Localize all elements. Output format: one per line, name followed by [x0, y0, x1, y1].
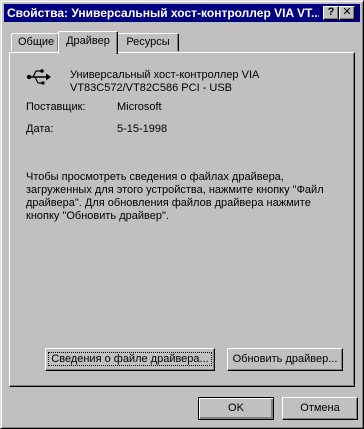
provider-label: Поставщик:	[26, 101, 86, 113]
update-driver-button[interactable]: Обновить драйвер...	[227, 348, 343, 371]
provider-value: Microsoft	[117, 101, 162, 113]
driver-file-details-label: Сведения о файле драйвера...	[48, 352, 212, 366]
date-value: 5-15-1998	[117, 123, 168, 135]
window-title: Свойства: Универсальный хост-контроллер …	[7, 6, 319, 20]
close-button[interactable]: ✕	[339, 6, 355, 20]
driver-tab-panel: Универсальный хост-контроллер VIA VT83C5…	[9, 52, 355, 387]
device-name: Универсальный хост-контроллер VIA VT83C5…	[70, 69, 259, 95]
tab-general[interactable]: Общие	[11, 33, 59, 51]
driver-description: Чтобы просмотреть сведения о файлах драй…	[26, 171, 324, 222]
title-bar[interactable]: Свойства: Универсальный хост-контроллер …	[4, 4, 360, 22]
device-name-line1: Универсальный хост-контроллер VIA	[70, 69, 260, 81]
device-name-line2: VT83C572/VT82C586 PCI - USB	[70, 82, 233, 94]
ok-button[interactable]: OK	[198, 397, 274, 420]
cancel-button[interactable]: Отмена	[282, 397, 358, 420]
usb-icon	[26, 69, 51, 85]
driver-file-details-button[interactable]: Сведения о файле драйвера...	[45, 348, 215, 371]
tab-driver[interactable]: Драйвер	[58, 31, 118, 54]
help-button[interactable]: ?	[323, 6, 339, 20]
properties-dialog: Свойства: Универсальный хост-контроллер …	[0, 0, 364, 429]
tab-resources[interactable]: Ресурсы	[117, 33, 179, 51]
date-label: Дата:	[26, 123, 54, 135]
